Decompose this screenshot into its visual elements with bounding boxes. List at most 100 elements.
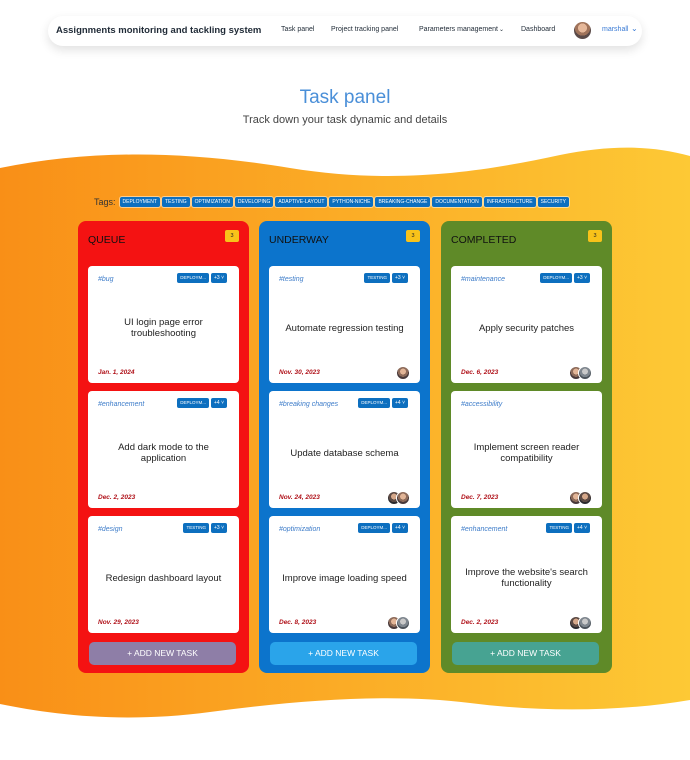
more-tags-dropdown[interactable]: +4 ˅ [573, 523, 590, 533]
task-label: #design [98, 526, 123, 533]
tag-chip[interactable]: ADAPTIVE-LAYOUT [275, 197, 328, 207]
task-due-date: Dec. 2, 2023 [461, 619, 499, 626]
chevron-down-icon: ˅ [582, 525, 587, 531]
task-due-date: Jan. 1, 2024 [98, 369, 135, 376]
task-due-date: Dec. 8, 2023 [279, 619, 317, 626]
more-tags-dropdown[interactable]: +3 ˅ [210, 523, 227, 533]
task-label: #accessibility [461, 401, 503, 408]
task-tags: TESTING +3 ˅ [181, 523, 227, 533]
task-count-badge: 3 [406, 230, 420, 242]
task-tag-badge: DEPLOYM... [177, 273, 209, 283]
more-tags-dropdown[interactable]: +4 ˅ [391, 398, 408, 408]
task-card[interactable]: #optimization DEPLOYM... +4 ˅ Improve image… [269, 516, 420, 633]
task-card[interactable]: #enhancement DEPLOYM... +4 ˅ Add dark mode … [88, 391, 239, 508]
chevron-down-icon[interactable]: ⌄ [631, 24, 638, 33]
user-avatar[interactable] [574, 22, 591, 39]
task-title: UI login page error troubleshooting [124, 317, 203, 339]
more-tags-dropdown[interactable]: +3 ˅ [210, 273, 227, 283]
tag-chip[interactable]: INFRASTRUCTURE [483, 197, 536, 207]
chevron-down-icon: ⌄ [498, 27, 505, 33]
chevron-down-icon: ˅ [400, 275, 405, 281]
task-count-badge: 3 [225, 230, 239, 242]
task-title: Redesign dashboard layout [105, 572, 222, 584]
brand-title[interactable]: Assignments monitoring and tackling syst… [56, 25, 261, 36]
page-title: Task panel [299, 87, 391, 108]
tag-chip[interactable]: PYTHON-NICHE [329, 197, 374, 207]
task-tags: TESTING +3 ˅ [362, 273, 408, 283]
more-tags-dropdown[interactable]: +3 ˅ [391, 273, 408, 283]
task-card[interactable]: #testing TESTING +3 ˅ Automate regression t… [269, 266, 420, 383]
avatar[interactable] [578, 491, 592, 505]
task-due-date: Nov. 29, 2023 [98, 619, 139, 626]
avatar[interactable] [396, 616, 410, 630]
task-due-date: Nov. 24, 2023 [279, 494, 320, 501]
task-card[interactable]: #maintenance DEPLOYM... +3 ˅ Apply security… [451, 266, 602, 383]
task-title: Apply security patches [478, 322, 575, 334]
task-card[interactable]: #enhancement TESTING +4 ˅ Improve the websi… [451, 516, 602, 633]
column-underway: UNDERWAY 3 + ADD NEW TASK #testing TESTIN… [259, 221, 430, 673]
task-tag-badge: DEPLOYM... [177, 398, 209, 408]
tag-chip[interactable]: DOCUMENTATION [432, 197, 482, 207]
task-title: Improve image loading speed [282, 572, 407, 584]
tag-chip[interactable]: OPTIMIZATION [191, 197, 233, 207]
more-tags-dropdown[interactable]: +4 ˅ [210, 398, 227, 408]
add-new-task-button[interactable]: + ADD NEW TASK [89, 642, 236, 665]
task-tags: TESTING +4 ˅ [544, 523, 590, 533]
assignee-avatars [396, 366, 410, 380]
task-label: #bug [98, 276, 114, 283]
tag-chip[interactable]: BREAKING-CHANGE [375, 197, 431, 207]
avatar[interactable] [396, 491, 410, 505]
more-tags-dropdown[interactable]: +4 ˅ [391, 523, 408, 533]
task-label: #breaking changes [279, 401, 339, 408]
tag-chip[interactable]: TESTING [161, 197, 190, 207]
task-due-date: Dec. 2, 2023 [98, 494, 136, 501]
page-subtitle: Track down your task dynamic and details [242, 114, 448, 126]
column-completed: COMPLETED 3 + ADD NEW TASK #maintenance D… [441, 221, 612, 673]
assignee-avatars [569, 491, 592, 505]
avatar[interactable] [578, 366, 592, 380]
avatar[interactable] [396, 366, 410, 380]
chevron-down-icon: ˅ [219, 275, 224, 281]
assignee-avatars [569, 616, 592, 630]
task-tags: DEPLOYM... +3 ˅ [175, 273, 227, 283]
task-count-badge: 3 [588, 230, 602, 242]
task-card[interactable]: #accessibility Implement screen reader co… [451, 391, 602, 508]
task-label: #enhancement [98, 401, 145, 408]
user-name[interactable]: marshall [602, 26, 628, 33]
chevron-down-icon: ˅ [582, 275, 587, 281]
task-label: #maintenance [461, 276, 505, 283]
nav-parameters-label: Parameters management [419, 26, 498, 33]
chevron-down-icon: ˅ [219, 400, 224, 406]
nav-project-tracking[interactable]: Project tracking panel [331, 26, 398, 33]
task-label: #optimization [279, 526, 321, 533]
avatar[interactable] [578, 616, 592, 630]
navbar: Assignments monitoring and tackling syst… [48, 16, 642, 46]
chevron-down-icon: ˅ [400, 525, 405, 531]
chevron-down-icon: ˅ [400, 400, 405, 406]
task-due-date: Dec. 6, 2023 [461, 369, 499, 376]
tag-chip[interactable]: SECURITY [537, 197, 569, 207]
task-tags: DEPLOYM... +3 ˅ [538, 273, 590, 283]
add-new-task-button[interactable]: + ADD NEW TASK [270, 642, 417, 665]
task-card[interactable]: #bug DEPLOYM... +3 ˅ UI login page error tr… [88, 266, 239, 383]
task-title: Automate regression testing [285, 322, 404, 334]
tag-chip[interactable]: DEVELOPING [234, 197, 274, 207]
task-card[interactable]: #breaking changes DEPLOYM... +4 ˅ Update da… [269, 391, 420, 508]
task-tag-badge: DEPLOYM... [540, 273, 572, 283]
column-title: QUEUE [88, 234, 126, 246]
add-new-task-button[interactable]: + ADD NEW TASK [452, 642, 599, 665]
assignee-avatars [569, 366, 592, 380]
more-tags-dropdown[interactable]: +3 ˅ [573, 273, 590, 283]
task-card[interactable]: #design TESTING +3 ˅ Redesign dashboard lay… [88, 516, 239, 633]
nav-parameters-management[interactable]: Parameters management⌄ [419, 26, 504, 33]
tag-chip[interactable]: DEPLOYMENT [119, 197, 160, 207]
column-title: UNDERWAY [269, 234, 329, 246]
nav-dashboard[interactable]: Dashboard [521, 26, 555, 33]
task-title: Improve the website's search functionali… [465, 567, 588, 589]
task-tag-badge: DEPLOYM... [358, 398, 390, 408]
task-tag-badge: TESTING [364, 273, 390, 283]
nav-task-panel[interactable]: Task panel [281, 26, 314, 33]
task-label: #enhancement [461, 526, 508, 533]
task-tags: DEPLOYM... +4 ˅ [356, 398, 408, 408]
task-title: Implement screen reader compatibility [473, 442, 580, 464]
